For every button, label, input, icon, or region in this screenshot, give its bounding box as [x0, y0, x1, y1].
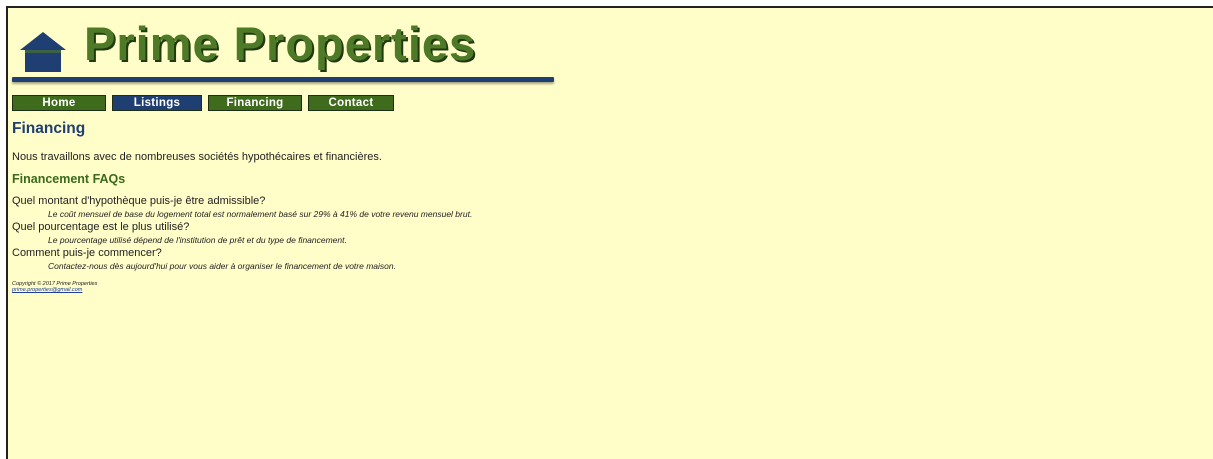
site-title: Prime Properties — [84, 17, 477, 70]
faq-list: Quel montant d'hypothèque puis-je être a… — [12, 194, 1203, 272]
nav-financing[interactable]: Financing — [208, 95, 302, 111]
nav-home[interactable]: Home — [12, 95, 106, 111]
main-content: Financing Nous travaillons avec de nombr… — [12, 120, 1203, 293]
logo-underline — [12, 77, 554, 82]
page-footer: Copyright © 2017 Prime Properties prime.… — [12, 281, 1203, 293]
faq-question: Quel pourcentage est le plus utilisé? — [12, 221, 190, 233]
faq-question: Quel montant d'hypothèque puis-je être a… — [12, 195, 266, 207]
faq-heading: Financement FAQs — [12, 172, 126, 186]
main-nav: Home Listings Financing Contact — [12, 95, 394, 111]
faq-question: Comment puis-je commencer? — [12, 247, 162, 259]
house-icon — [20, 32, 66, 72]
intro-text: Nous travaillons avec de nombreuses soci… — [12, 151, 382, 163]
page-title: Financing — [12, 120, 86, 137]
site-logo[interactable]: Prime Properties — [12, 17, 557, 84]
nav-listings[interactable]: Listings — [112, 95, 202, 111]
faq-answer: Contactez-nous dès aujourd'hui pour vous… — [48, 261, 396, 271]
page-frame: Prime Properties Home Listings Financing… — [6, 6, 1213, 459]
nav-contact[interactable]: Contact — [308, 95, 394, 111]
faq-answer: Le coût mensuel de base du logement tota… — [48, 209, 473, 219]
faq-answer: Le pourcentage utilisé dépend de l'insti… — [48, 235, 347, 245]
email-link[interactable]: prime.properties@gmail.com — [12, 287, 82, 293]
copyright-text: Copyright © 2017 Prime Properties — [12, 281, 98, 287]
